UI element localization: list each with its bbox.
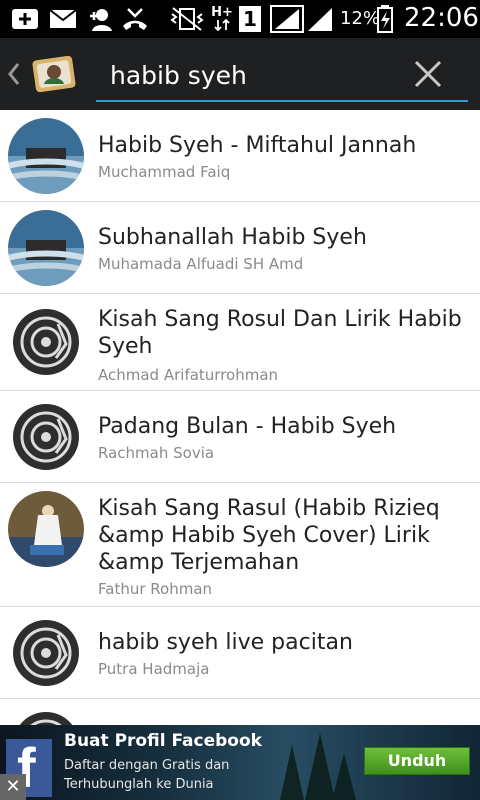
result-title: Habib Syeh - Miftahul Jannah	[98, 133, 417, 158]
network-type-indicator: H+	[210, 5, 234, 33]
mecca-photo-thumbnail	[8, 210, 84, 286]
signal-strength-2-icon	[306, 5, 334, 33]
list-item[interactable]: habib syeh live pacitan Putra Hadmaja	[0, 607, 480, 699]
result-artist: Muchammad Faiq	[98, 163, 231, 181]
clock: 22:06	[404, 3, 479, 33]
result-artist: Muhamada Alfuadi SH Amd	[98, 255, 304, 273]
vinyl-icon	[8, 615, 84, 691]
result-title: Subhanallah Habib Syeh	[98, 225, 367, 250]
ad-banner[interactable]: f Buat Profil Facebook Daftar dengan Gra…	[0, 725, 480, 800]
result-artist: Achmad Arifaturrohman	[98, 366, 279, 384]
add-contact-icon	[86, 5, 116, 33]
clear-search-button[interactable]	[412, 58, 448, 94]
list-item[interactable]: Kisah Sang Rasul (Habib Rizieq &amp Habi…	[0, 483, 480, 607]
ad-title: Buat Profil Facebook	[64, 731, 262, 751]
tree-silhouette-icon	[280, 733, 356, 800]
mecca-photo-thumbnail	[8, 118, 84, 194]
list-item[interactable]: Habib Syeh - Miftahul Jannah Muchammad F…	[0, 110, 480, 202]
list-item[interactable]: Kisah Sang Rosul Dan Lirik Habib Syeh Ac…	[0, 294, 480, 391]
list-item[interactable]: Padang Bulan - Habib Syeh Rachmah Sovia	[0, 391, 480, 483]
result-artist: Fathur Rohman	[98, 580, 213, 598]
battery-charging-icon	[376, 5, 394, 33]
list-item[interactable]: Subhanallah Habib Syeh Muhamada Alfuadi …	[0, 202, 480, 294]
person-photo-thumbnail	[8, 491, 84, 567]
vibrate-silent-icon	[170, 5, 204, 33]
signal-strength-icon	[270, 5, 304, 33]
action-bar	[0, 38, 480, 110]
app-logo[interactable]	[30, 52, 78, 96]
ad-description: Daftar dengan Gratis dan Terhubunglah ke…	[64, 758, 230, 792]
battery-percentage: 12%	[340, 8, 381, 29]
result-title: Kisah Sang Rasul (Habib Rizieq &amp Habi…	[98, 496, 440, 575]
back-chevron-icon[interactable]	[4, 56, 22, 92]
add-notification-icon	[10, 5, 40, 33]
missed-call-icon	[120, 5, 150, 33]
result-artist: Rachmah Sovia	[98, 444, 215, 462]
result-title: Padang Bulan - Habib Syeh	[98, 414, 397, 439]
network-type-label: H+	[211, 5, 233, 20]
vinyl-icon	[8, 399, 84, 475]
result-artist: Putra Hadmaja	[98, 660, 210, 678]
download-button[interactable]: Unduh	[364, 747, 470, 775]
email-icon	[48, 5, 78, 33]
sim-indicator: 1	[238, 5, 262, 33]
vinyl-icon	[8, 304, 84, 380]
result-title: Kisah Sang Rosul Dan Lirik Habib Syeh	[98, 307, 462, 359]
ad-close-button[interactable]: ✕	[0, 774, 26, 800]
sim-label: 1	[239, 6, 261, 32]
results-list: Habib Syeh - Miftahul Jannah Muchammad F…	[0, 110, 480, 778]
status-bar: H+ 1 12% 22:06	[0, 0, 480, 38]
result-title: habib syeh live pacitan	[98, 630, 353, 655]
close-icon	[414, 60, 442, 88]
search-input[interactable]	[110, 56, 400, 94]
